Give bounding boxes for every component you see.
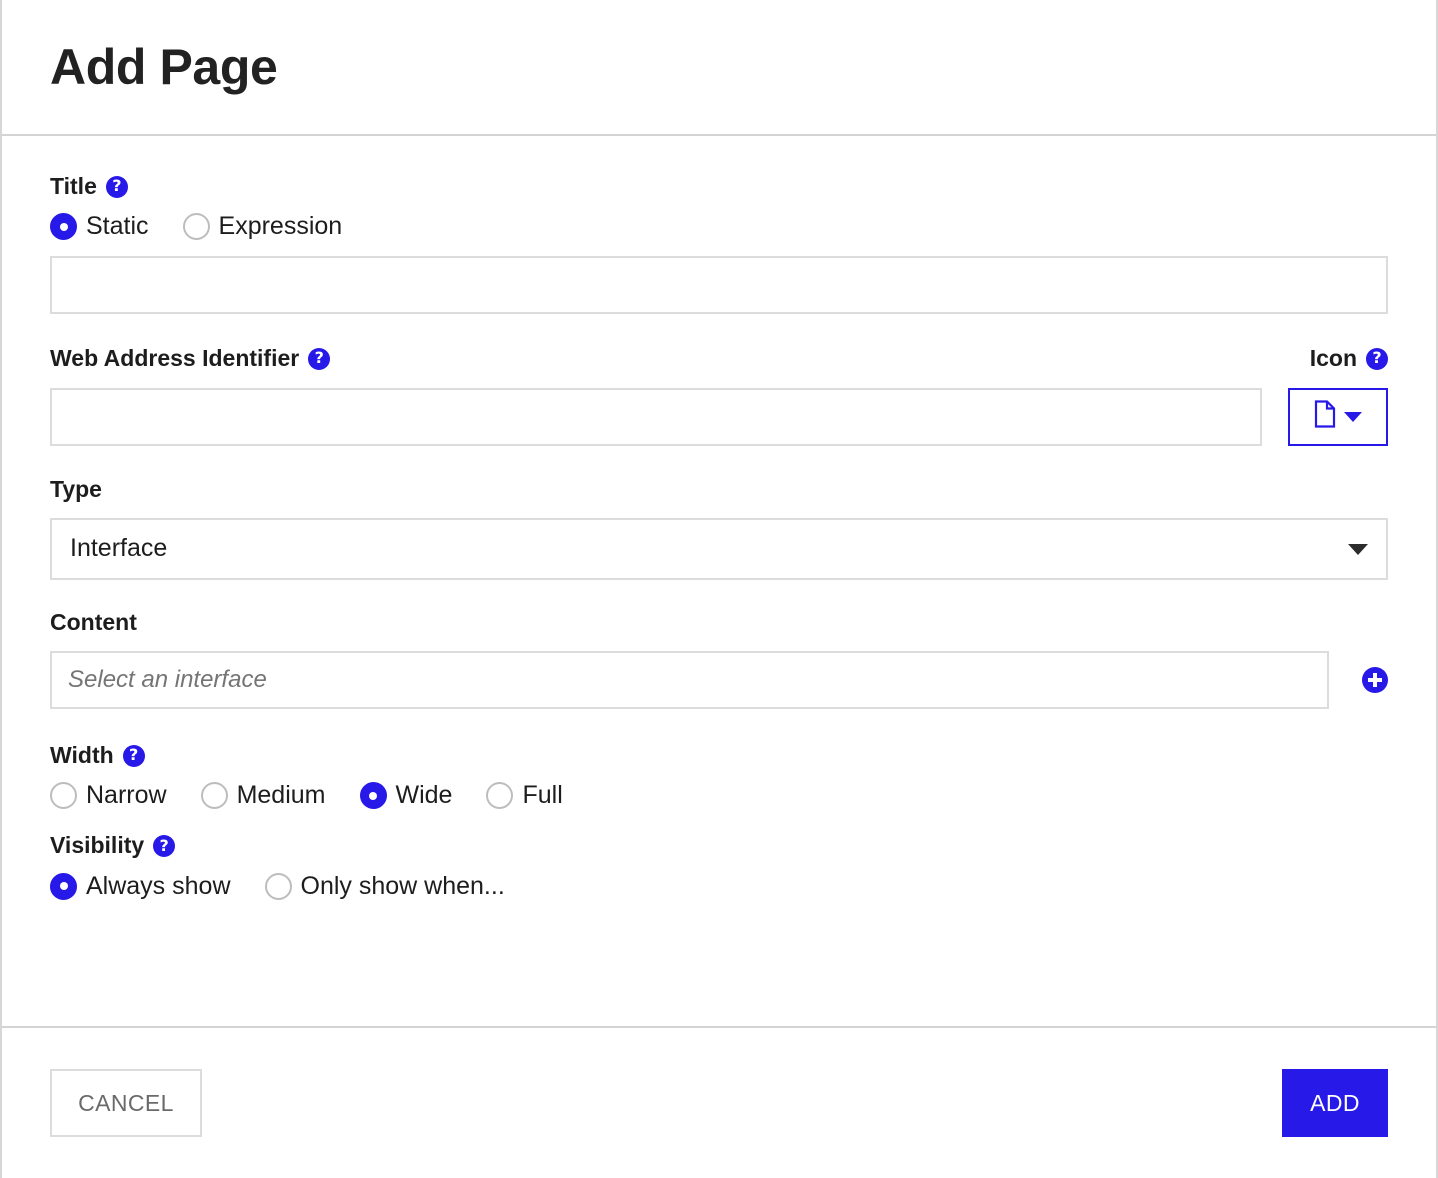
content-label-text: Content bbox=[50, 608, 137, 635]
content-input-row bbox=[50, 651, 1388, 710]
add-page-dialog: Add Page Title ? Static Expression Web A… bbox=[0, 0, 1438, 1178]
field-width: Width ? Narrow Medium Wide Full bbox=[50, 742, 1388, 810]
help-icon[interactable]: ? bbox=[308, 347, 331, 370]
radio-unselected-icon bbox=[200, 782, 228, 810]
width-label-text: Width bbox=[50, 742, 114, 769]
type-label: Type bbox=[50, 475, 102, 502]
help-icon[interactable]: ? bbox=[153, 835, 176, 858]
dialog-footer: CANCEL ADD bbox=[2, 1026, 1436, 1178]
radio-label: Only show when... bbox=[300, 871, 505, 900]
content-label: Content bbox=[50, 608, 137, 635]
radio-unselected-icon bbox=[486, 782, 514, 810]
visibility-label-row: Visibility ? bbox=[50, 833, 1388, 858]
radio-title-static[interactable]: Static bbox=[50, 212, 149, 241]
radio-width-medium[interactable]: Medium bbox=[200, 781, 326, 810]
radio-selected-icon bbox=[50, 872, 77, 900]
radio-unselected-icon bbox=[182, 213, 210, 241]
radio-selected-icon bbox=[359, 782, 387, 810]
visibility-radio-group: Always show Only show when... bbox=[50, 871, 1388, 900]
radio-width-full[interactable]: Full bbox=[486, 781, 563, 810]
title-input-wrap bbox=[50, 256, 1388, 315]
type-label-row: Type bbox=[50, 475, 1388, 502]
document-file-icon bbox=[1314, 400, 1336, 433]
add-circle-icon[interactable] bbox=[1362, 667, 1388, 694]
type-select-wrap: Interface bbox=[50, 517, 1388, 580]
radio-label: Full bbox=[522, 781, 563, 810]
radio-label: Expression bbox=[218, 212, 343, 241]
visibility-label: Visibility ? bbox=[50, 832, 176, 859]
field-visibility: Visibility ? Always show Only show when.… bbox=[50, 833, 1388, 900]
title-mode-radio-group: Static Expression bbox=[50, 212, 1388, 241]
page-title: Add Page bbox=[50, 39, 278, 95]
help-icon[interactable]: ? bbox=[105, 175, 128, 198]
web-address-label-row: Web Address Identifier ? Icon ? bbox=[50, 345, 1388, 372]
chevron-down-icon bbox=[1344, 411, 1362, 422]
radio-title-expression[interactable]: Expression bbox=[182, 212, 343, 241]
title-input[interactable] bbox=[50, 256, 1388, 315]
radio-width-narrow[interactable]: Narrow bbox=[50, 781, 167, 810]
icon-label: Icon ? bbox=[1309, 345, 1388, 372]
title-label-row: Title ? bbox=[50, 173, 1388, 199]
title-label: Title ? bbox=[50, 173, 128, 199]
web-address-input-row bbox=[50, 387, 1388, 446]
width-label-row: Width ? bbox=[50, 742, 1388, 769]
field-web-address-identifier: Web Address Identifier ? Icon ? bbox=[50, 345, 1388, 446]
web-address-identifier-label: Web Address Identifier ? bbox=[50, 345, 331, 372]
help-icon[interactable]: ? bbox=[1366, 347, 1388, 370]
field-type: Type Interface bbox=[50, 475, 1388, 580]
radio-visibility-always-show[interactable]: Always show bbox=[50, 871, 231, 900]
radio-unselected-icon bbox=[264, 872, 292, 900]
web-address-identifier-input[interactable] bbox=[50, 387, 1262, 446]
title-label-text: Title bbox=[50, 173, 97, 199]
radio-unselected-icon bbox=[50, 782, 77, 810]
radio-label: Medium bbox=[236, 781, 326, 810]
radio-label: Wide bbox=[395, 781, 453, 810]
radio-label: Static bbox=[86, 212, 149, 241]
content-input[interactable] bbox=[50, 651, 1329, 710]
field-title: Title ? Static Expression bbox=[50, 173, 1388, 315]
width-radio-group: Narrow Medium Wide Full bbox=[50, 781, 1388, 810]
icon-label-text: Icon bbox=[1309, 345, 1357, 372]
help-icon[interactable]: ? bbox=[122, 744, 145, 767]
icon-picker-button[interactable] bbox=[1288, 387, 1388, 446]
add-button[interactable]: ADD bbox=[1282, 1069, 1388, 1137]
radio-label: Narrow bbox=[86, 781, 167, 810]
type-select-value: Interface bbox=[70, 534, 168, 563]
width-label: Width ? bbox=[50, 742, 145, 769]
radio-selected-icon bbox=[50, 213, 77, 241]
type-select[interactable]: Interface bbox=[50, 517, 1388, 580]
radio-label: Always show bbox=[86, 871, 231, 900]
web-address-identifier-label-text: Web Address Identifier bbox=[50, 345, 300, 372]
type-label-text: Type bbox=[50, 475, 102, 502]
cancel-button[interactable]: CANCEL bbox=[50, 1069, 202, 1137]
radio-visibility-only-show-when[interactable]: Only show when... bbox=[264, 871, 505, 900]
dialog-header: Add Page bbox=[2, 0, 1436, 136]
dialog-body: Title ? Static Expression Web Address Id… bbox=[2, 136, 1436, 1026]
visibility-label-text: Visibility bbox=[50, 832, 145, 859]
field-content: Content bbox=[50, 608, 1388, 710]
radio-width-wide[interactable]: Wide bbox=[359, 781, 453, 810]
content-label-row: Content bbox=[50, 608, 1388, 635]
